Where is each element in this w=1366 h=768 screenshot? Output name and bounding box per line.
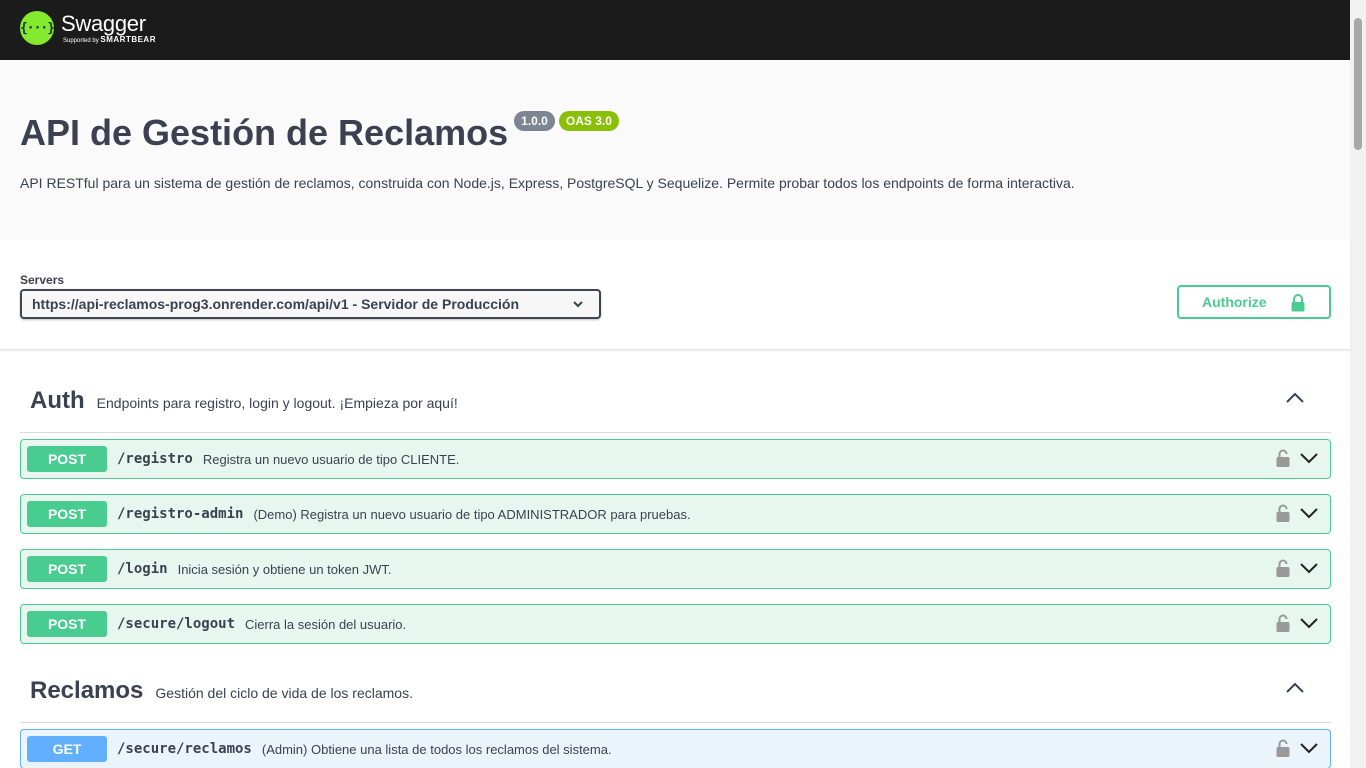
logo-sub-brand: SMARTBEAR [100,34,156,44]
section-description: Endpoints para registro, login y logout.… [96,394,458,411]
operation-summary: (Admin) Obtiene una lista de todos los r… [261,741,612,757]
swagger-logo-icon: {···} [20,11,55,45]
chevron-up-icon[interactable] [1285,391,1305,405]
method-badge: POST [27,446,107,472]
api-description: API RESTful para un sistema de gestión d… [20,175,1075,191]
logo-subtitle: Supported by SMARTBEAR [63,34,156,45]
chevron-down-icon[interactable] [1299,741,1319,755]
servers-selected-value: https://api-reclamos-prog3.onrender.com/… [32,296,519,312]
lock-icon [1291,294,1305,312]
lock-icon[interactable] [1276,449,1290,468]
operation-post-registro-admin[interactable]: POST /registro-admin (Demo) Registra un … [20,494,1331,534]
logo-sub-prefix: Supported by [63,37,99,44]
method-badge: GET [27,736,107,762]
oas-badge: OAS 3.0 [558,111,619,131]
chevron-down-icon[interactable] [1299,451,1319,465]
topbar: {···} Swagger Supported by SMARTBEAR [0,0,1350,60]
api-info: API de Gestión de Reclamos 1.0.0 OAS 3.0… [0,60,1350,240]
servers-select[interactable]: https://api-reclamos-prog3.onrender.com/… [20,289,601,319]
operation-post-registro[interactable]: POST /registro Registra un nuevo usuario… [20,439,1331,479]
method-badge: POST [27,611,107,637]
servers-label: Servers [20,273,65,287]
lock-icon[interactable] [1276,614,1290,633]
logo-text: Swagger Supported by SMARTBEAR [61,10,156,45]
section-title: Reclamos [30,676,144,704]
chevron-up-icon[interactable] [1285,681,1305,695]
method-badge: POST [27,556,107,582]
operation-path: /secure/reclamos [117,741,252,757]
servers-section: Servers https://api-reclamos-prog3.onren… [0,240,1350,350]
operation-post-secure-logout[interactable]: POST /secure/logout Cierra la sesión del… [20,604,1331,644]
lock-icon[interactable] [1276,739,1290,758]
tag-section-reclamos[interactable]: Reclamos Gestión del ciclo de vida de lo… [20,659,1331,723]
logo-name: Swagger [61,10,146,36]
operation-summary: Cierra la sesión del usuario. [245,616,407,632]
api-title: API de Gestión de Reclamos [20,112,509,153]
page-title: API de Gestión de Reclamos 1.0.0 OAS 3.0 [20,111,619,154]
method-badge: POST [27,501,107,527]
lock-icon[interactable] [1276,559,1290,578]
authorize-button[interactable]: Authorize [1177,285,1331,319]
chevron-down-icon [573,301,583,308]
section-title: Auth [30,386,85,414]
lock-icon[interactable] [1276,504,1290,523]
chevron-down-icon[interactable] [1299,561,1319,575]
operation-get-secure-reclamos[interactable]: GET /secure/reclamos (Admin) Obtiene una… [20,729,1331,768]
scrollbar-thumb[interactable] [1354,18,1362,150]
operation-path: /registro [117,451,193,467]
authorize-label: Authorize [1202,294,1267,310]
operation-path: /secure/logout [117,616,236,632]
section-description: Gestión del ciclo de vida de los reclamo… [155,684,413,701]
swagger-logo[interactable]: {···} Swagger Supported by SMARTBEAR [20,11,156,45]
operation-path: /login [117,561,168,577]
version-badge: 1.0.0 [514,111,555,131]
operation-path: /registro-admin [117,506,244,522]
operation-summary: Registra un nuevo usuario de tipo CLIENT… [202,451,460,467]
chevron-down-icon[interactable] [1299,616,1319,630]
page-scrollbar[interactable] [1350,0,1366,768]
operation-summary: Inicia sesión y obtiene un token JWT. [177,561,392,577]
operation-summary: (Demo) Registra un nuevo usuario de tipo… [253,506,691,522]
operation-post-login[interactable]: POST /login Inicia sesión y obtiene un t… [20,549,1331,589]
tag-section-auth[interactable]: Auth Endpoints para registro, login y lo… [20,369,1331,433]
chevron-down-icon[interactable] [1299,506,1319,520]
